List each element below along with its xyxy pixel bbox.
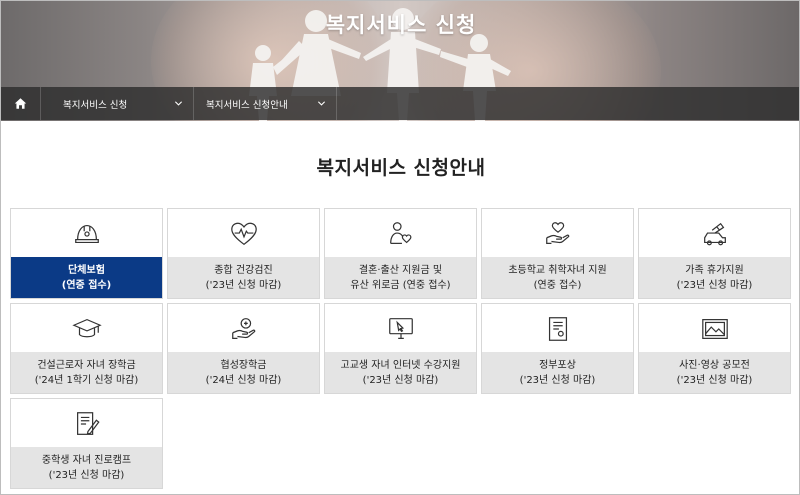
- certificate-icon: [548, 317, 567, 341]
- service-card-online-course[interactable]: 고교생 자녀 인터넷 수강지원 ('23년 신청 마감): [324, 303, 477, 394]
- helmet-icon: [74, 224, 99, 244]
- service-card-marriage-birth[interactable]: 결혼·출산 지원금 및 유산 위로금 (연중 접수): [324, 208, 477, 299]
- service-card-family-vacation[interactable]: 가족 휴가지원 ('23년 신청 마감): [638, 208, 791, 299]
- service-label: 중학생 자녀 진로캠프 ('23년 신청 마감): [11, 447, 162, 488]
- chevron-down-icon: [317, 101, 326, 106]
- monitor-icon: [388, 318, 413, 339]
- service-card-career-camp[interactable]: 중학생 자녀 진로캠프 ('23년 신청 마감): [10, 398, 163, 489]
- service-label: 건설근로자 자녀 장학금 ('24년 1학기 신청 마감): [11, 352, 162, 393]
- hand-coin-icon: [231, 318, 255, 339]
- document-pen-icon: [76, 412, 100, 435]
- wedding-couple-icon: [389, 222, 411, 244]
- picture-icon: [701, 319, 728, 339]
- home-icon: [14, 98, 27, 109]
- service-card-photo-contest[interactable]: 사진·영상 공모전 ('23년 신청 마감): [638, 303, 791, 394]
- breadcrumb-dropdown-2[interactable]: 복지서비스 신청안내: [194, 87, 337, 120]
- service-card-hyeopseong-scholarship[interactable]: 협성장학금 ('24년 신청 마감): [167, 303, 320, 394]
- service-card-school-support[interactable]: 초등학교 취학자녀 지원 (연중 접수): [481, 208, 634, 299]
- service-card-government-award[interactable]: 정부포상 ('23년 신청 마감): [481, 303, 634, 394]
- service-label: 정부포상 ('23년 신청 마감): [482, 352, 633, 393]
- service-label: 초등학교 취학자녀 지원 (연중 접수): [482, 257, 633, 298]
- page-frame: 복지서비스 신청 복지서비스 신청 복지서비스 신청안내 복지서비스 신청안내: [0, 0, 800, 495]
- family-car-icon: [703, 222, 726, 246]
- service-card-health-checkup[interactable]: 종합 건강검진 ('23년 신청 마감): [167, 208, 320, 299]
- hand-heart-icon: [545, 222, 569, 244]
- service-card-group-insurance[interactable]: 단체보험 (연중 접수): [10, 208, 163, 299]
- breadcrumb: 복지서비스 신청 복지서비스 신청안내: [1, 87, 799, 120]
- service-label: 가족 휴가지원 ('23년 신청 마감): [639, 257, 790, 298]
- chevron-down-icon: [174, 101, 183, 106]
- service-label: 협성장학금 ('24년 신청 마감): [168, 352, 319, 393]
- graduation-cap-icon: [71, 318, 102, 338]
- hero-title: 복지서비스 신청: [325, 13, 477, 37]
- service-label: 고교생 자녀 인터넷 수강지원 ('23년 신청 마감): [325, 352, 476, 393]
- service-card-scholarship[interactable]: 건설근로자 자녀 장학금 ('24년 1학기 신청 마감): [10, 303, 163, 394]
- breadcrumb-label-2: 복지서비스 신청안내: [206, 99, 288, 111]
- service-label: 단체보험 (연중 접수): [11, 257, 162, 298]
- heart-pulse-icon: [230, 222, 257, 246]
- home-button[interactable]: [1, 87, 41, 120]
- service-label: 사진·영상 공모전 ('23년 신청 마감): [639, 352, 790, 393]
- service-label: 결혼·출산 지원금 및 유산 위로금 (연중 접수): [325, 257, 476, 298]
- page-title: 복지서비스 신청안내: [316, 157, 486, 179]
- breadcrumb-label-1: 복지서비스 신청: [63, 99, 128, 111]
- service-label: 종합 건강검진 ('23년 신청 마감): [168, 257, 319, 298]
- breadcrumb-dropdown-1[interactable]: 복지서비스 신청: [41, 87, 194, 120]
